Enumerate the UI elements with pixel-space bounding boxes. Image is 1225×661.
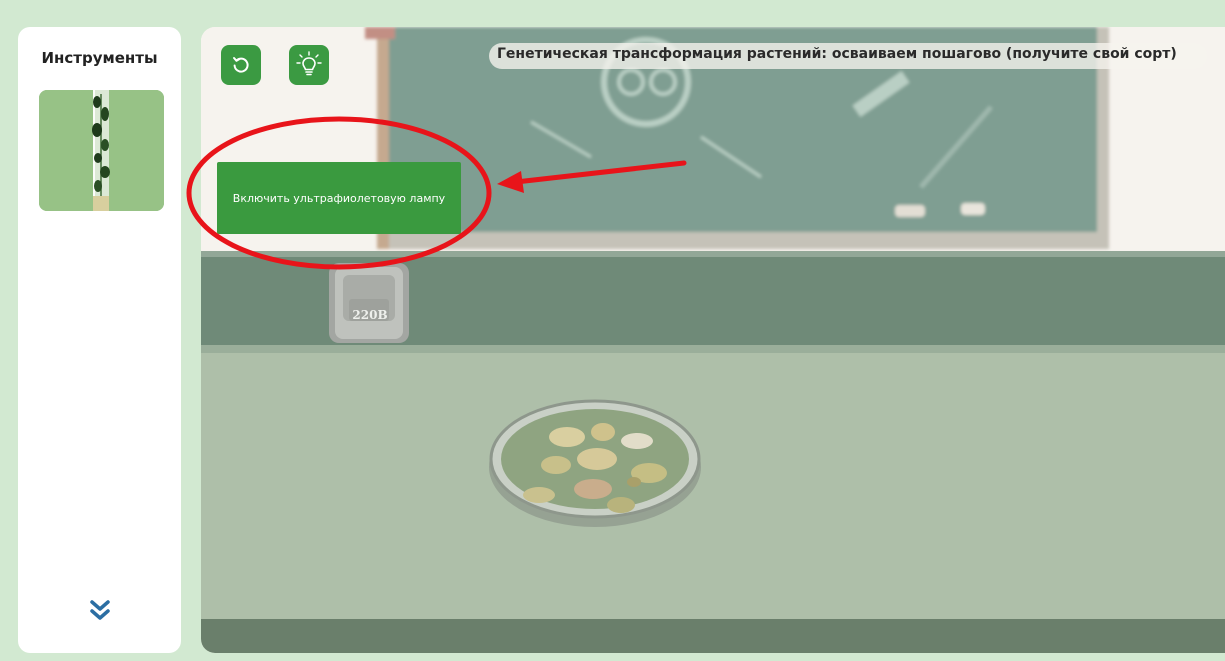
test-tube-icon — [39, 90, 164, 211]
lightbulb-icon — [296, 51, 322, 76]
lab-scene — [201, 27, 1225, 653]
tool-item-test-tube[interactable] — [39, 90, 164, 211]
socket-label: 220В — [352, 308, 388, 322]
uv-lamp-button[interactable]: Включить ультрафиолетовую лампу — [217, 162, 461, 234]
reset-button[interactable] — [221, 45, 261, 85]
lab-scene-panel: Генетическая трансформация растений: осв… — [201, 27, 1225, 653]
sidebar-title: Инструменты — [41, 49, 158, 67]
hint-button[interactable] — [289, 45, 329, 85]
task-title: Генетическая трансформация растений: осв… — [489, 43, 1207, 69]
tools-sidebar: Инструменты — [18, 27, 181, 653]
reset-icon — [233, 57, 249, 73]
petri-dish — [489, 399, 701, 527]
wall-socket — [329, 263, 409, 343]
scroll-down-chevron-icon[interactable] — [88, 598, 112, 622]
